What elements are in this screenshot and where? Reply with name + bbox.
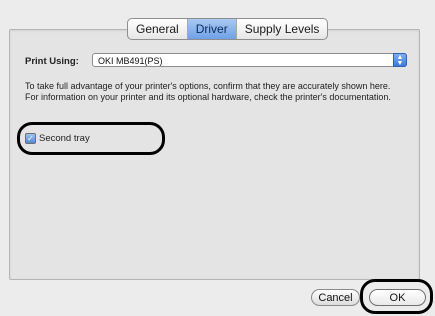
ok-highlight bbox=[360, 279, 433, 314]
tab-bar: General Driver Supply Levels bbox=[127, 18, 329, 40]
cancel-button[interactable]: Cancel bbox=[311, 289, 360, 306]
tab-general[interactable]: General bbox=[128, 19, 188, 39]
print-using-popup[interactable]: OKI MB491(PS) ▲ ▼ bbox=[92, 53, 407, 67]
second-tray-highlight bbox=[17, 122, 165, 155]
description-text: To take full advantage of your printer's… bbox=[25, 81, 391, 102]
print-using-value: OKI MB491(PS) bbox=[98, 56, 163, 66]
print-using-label: Print Using: bbox=[25, 56, 79, 67]
tab-supply-levels[interactable]: Supply Levels bbox=[237, 19, 328, 39]
tab-driver[interactable]: Driver bbox=[187, 19, 237, 39]
popup-arrows-icon: ▲ ▼ bbox=[393, 53, 407, 67]
